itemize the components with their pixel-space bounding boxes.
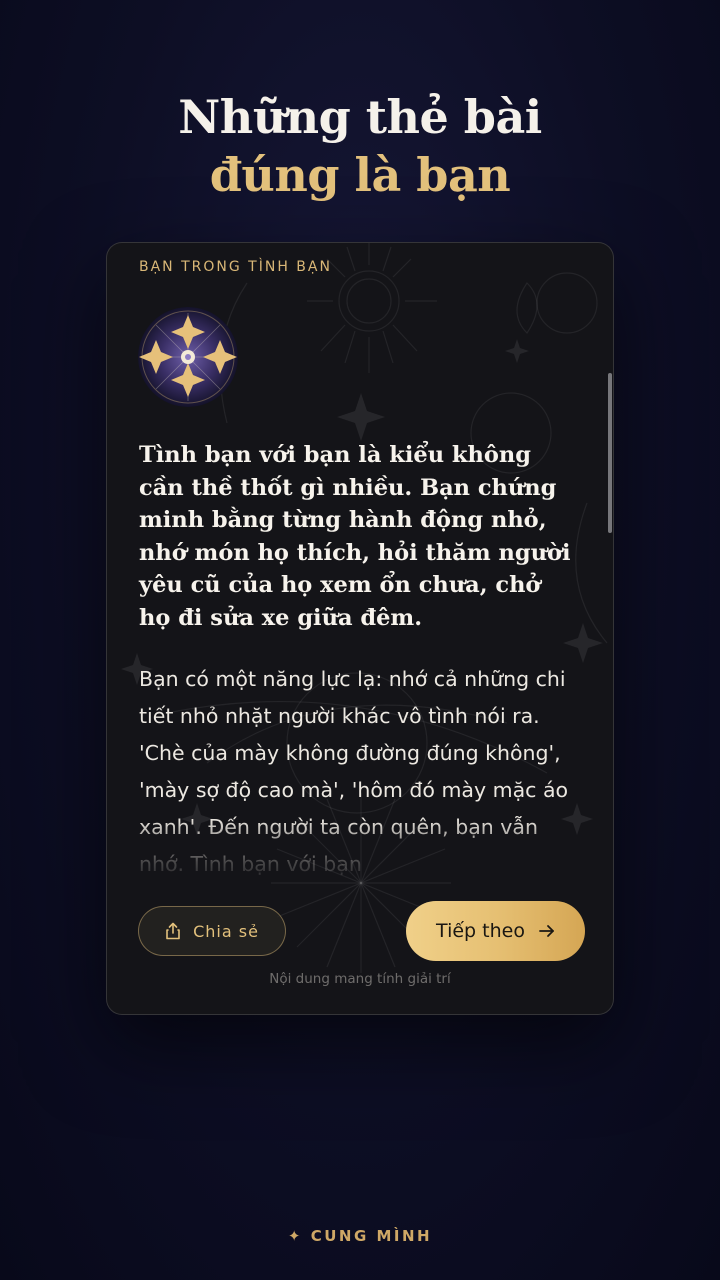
next-button[interactable]: Tiếp theo [406,901,585,961]
brand-footer: ✦ CUNG MÌNH [287,1227,433,1245]
heading-line-1: Những thẻ bài [178,90,542,144]
heading-line-2: đúng là bạn [209,148,511,202]
share-button[interactable]: Chia sẻ [138,906,286,956]
tarot-star-emblem-icon [138,307,238,407]
share-button-label: Chia sẻ [193,921,259,941]
card-lead-text: Tình bạn với bạn là kiểu không cần thề t… [139,442,571,631]
next-button-label: Tiếp theo [436,920,525,942]
card-scrollbar[interactable] [608,373,612,533]
card-category-label: BẠN TRONG TÌNH BẠN [139,259,332,275]
page-heading: Những thẻ bài đúng là bạn [0,88,720,204]
card-body-text: Bạn có một năng lực lạ: nhớ cả những chi… [139,667,569,876]
entertainment-disclaimer: Nội dung mang tính giải trí [269,971,451,987]
arrow-right-icon [539,924,555,938]
tarot-card: BẠN TRONG TÌNH BẠN Tình bạn với bạn là k… [106,242,614,1015]
share-icon [165,922,181,940]
